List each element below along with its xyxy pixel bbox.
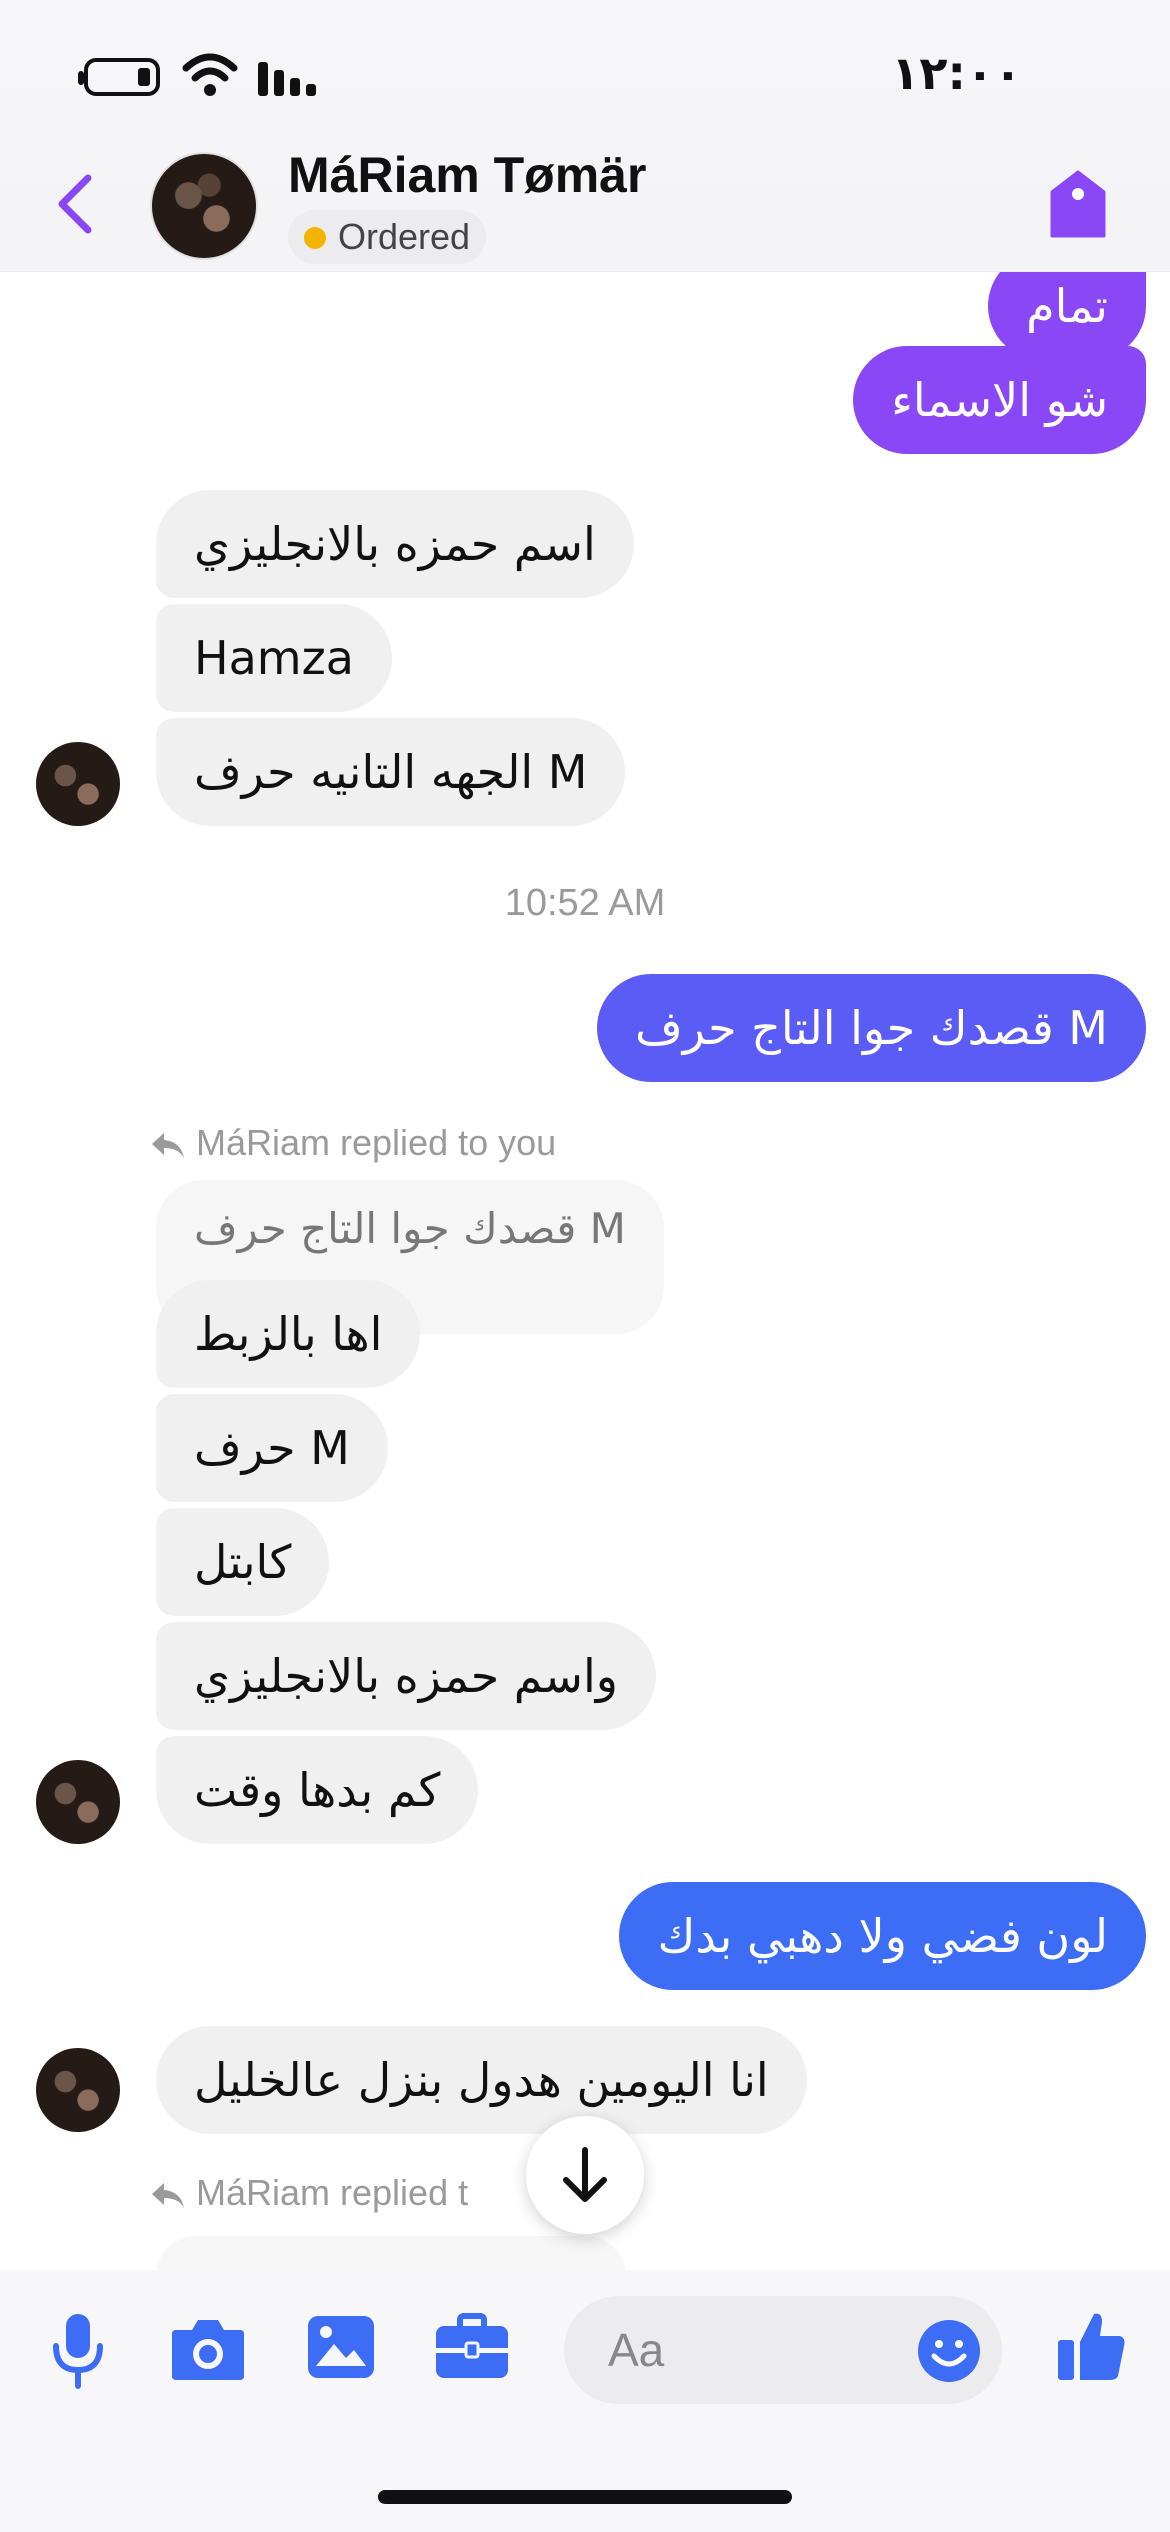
camera-icon[interactable] bbox=[170, 2316, 246, 2382]
contact-avatar[interactable] bbox=[150, 152, 258, 260]
wifi-icon bbox=[182, 53, 238, 96]
contact-avatar[interactable] bbox=[36, 2048, 120, 2132]
reply-arrow-icon bbox=[152, 2183, 184, 2208]
message-text: قصدك جوا التاج حرف M bbox=[635, 1001, 1108, 1055]
arrow-down-icon bbox=[563, 2147, 607, 2202]
home-indicator[interactable] bbox=[378, 2490, 792, 2504]
briefcase-icon[interactable] bbox=[434, 2312, 510, 2382]
reply-label-text: MáRiam replied to you bbox=[196, 1122, 557, 1163]
status-time: ١٢:٠٠ bbox=[891, 46, 1022, 100]
message-text: شو الاسماء bbox=[891, 373, 1108, 427]
reply-context: MáRiam replied t bbox=[152, 2172, 469, 2214]
message-bubble[interactable]: Hamza bbox=[156, 604, 392, 712]
order-status-badge[interactable]: Ordered bbox=[288, 210, 487, 264]
message-bubble[interactable]: اها بالزبط bbox=[156, 1280, 421, 1388]
message-bubble[interactable]: الجهه التانيه حرف M bbox=[156, 718, 626, 826]
message-text: كابتل bbox=[194, 1535, 292, 1589]
gallery-icon[interactable] bbox=[306, 2314, 376, 2380]
message-text: تمام bbox=[1026, 279, 1108, 333]
message-text: اها بالزبط bbox=[194, 1307, 383, 1361]
message-text: حرف M bbox=[194, 1421, 350, 1475]
reply-label-text: MáRiam replied t bbox=[196, 2172, 469, 2213]
order-status-text: Ordered bbox=[338, 216, 471, 257]
reply-context: MáRiam replied to you bbox=[152, 1122, 557, 1164]
message-timestamp: 10:52 AM bbox=[504, 882, 666, 924]
message-text: Hamza bbox=[194, 631, 354, 685]
message-text: واسم حمزه بالانجليزي bbox=[194, 1649, 618, 1703]
scroll-to-bottom-button[interactable] bbox=[526, 2116, 644, 2234]
status-dot bbox=[304, 227, 326, 249]
message-bubble[interactable]: لون فضي ولا دهبي بدك bbox=[619, 1882, 1146, 1990]
emoji-icon[interactable] bbox=[916, 2318, 982, 2384]
status-bar: ١٢:٠٠ bbox=[0, 0, 1170, 150]
chat-screen: تمام شو الاسماء اسم حمزه بالانجليزي Hamz… bbox=[0, 0, 1170, 2532]
message-bubble[interactable]: كم بدها وقت bbox=[156, 1736, 479, 1844]
contact-name[interactable]: MáRiam Tømär bbox=[288, 146, 646, 204]
message-text: اسم حمزه بالانجليزي bbox=[194, 517, 596, 571]
microphone-icon[interactable] bbox=[50, 2312, 106, 2392]
message-bubble[interactable]: حرف M bbox=[156, 1394, 388, 1502]
quoted-text: قصدك جوا التاج حرف M bbox=[194, 1204, 626, 1253]
message-bubble[interactable]: قصدك جوا التاج حرف M bbox=[597, 974, 1146, 1082]
message-text: الجهه التانيه حرف M bbox=[194, 745, 588, 799]
message-bubble[interactable]: اسم حمزه بالانجليزي bbox=[156, 490, 634, 598]
message-text: كم بدها وقت bbox=[194, 1763, 441, 1817]
battery-icon bbox=[78, 58, 160, 96]
contact-avatar[interactable] bbox=[36, 1760, 120, 1844]
message-list[interactable]: تمام شو الاسماء اسم حمزه بالانجليزي Hamz… bbox=[0, 0, 1170, 2296]
message-bubble[interactable]: شو الاسماء bbox=[853, 346, 1146, 454]
message-input[interactable]: Aa bbox=[564, 2296, 1002, 2404]
tag-icon[interactable] bbox=[1048, 170, 1108, 240]
back-chevron-icon[interactable] bbox=[52, 172, 96, 236]
message-bubble[interactable]: كابتل bbox=[156, 1508, 330, 1616]
message-text: لون فضي ولا دهبي بدك bbox=[657, 1909, 1108, 1963]
message-input-placeholder: Aa bbox=[608, 2324, 665, 2376]
thumbs-up-icon[interactable] bbox=[1056, 2308, 1128, 2384]
message-text: انا اليومين هدول بنزل عالخليل bbox=[194, 2053, 769, 2107]
message-bubble[interactable]: واسم حمزه بالانجليزي bbox=[156, 1622, 656, 1730]
message-bubble[interactable]: انا اليومين هدول بنزل عالخليل bbox=[156, 2026, 807, 2134]
contact-avatar[interactable] bbox=[36, 742, 120, 826]
reply-arrow-icon bbox=[152, 1133, 184, 1158]
cellular-signal-icon bbox=[258, 62, 316, 96]
